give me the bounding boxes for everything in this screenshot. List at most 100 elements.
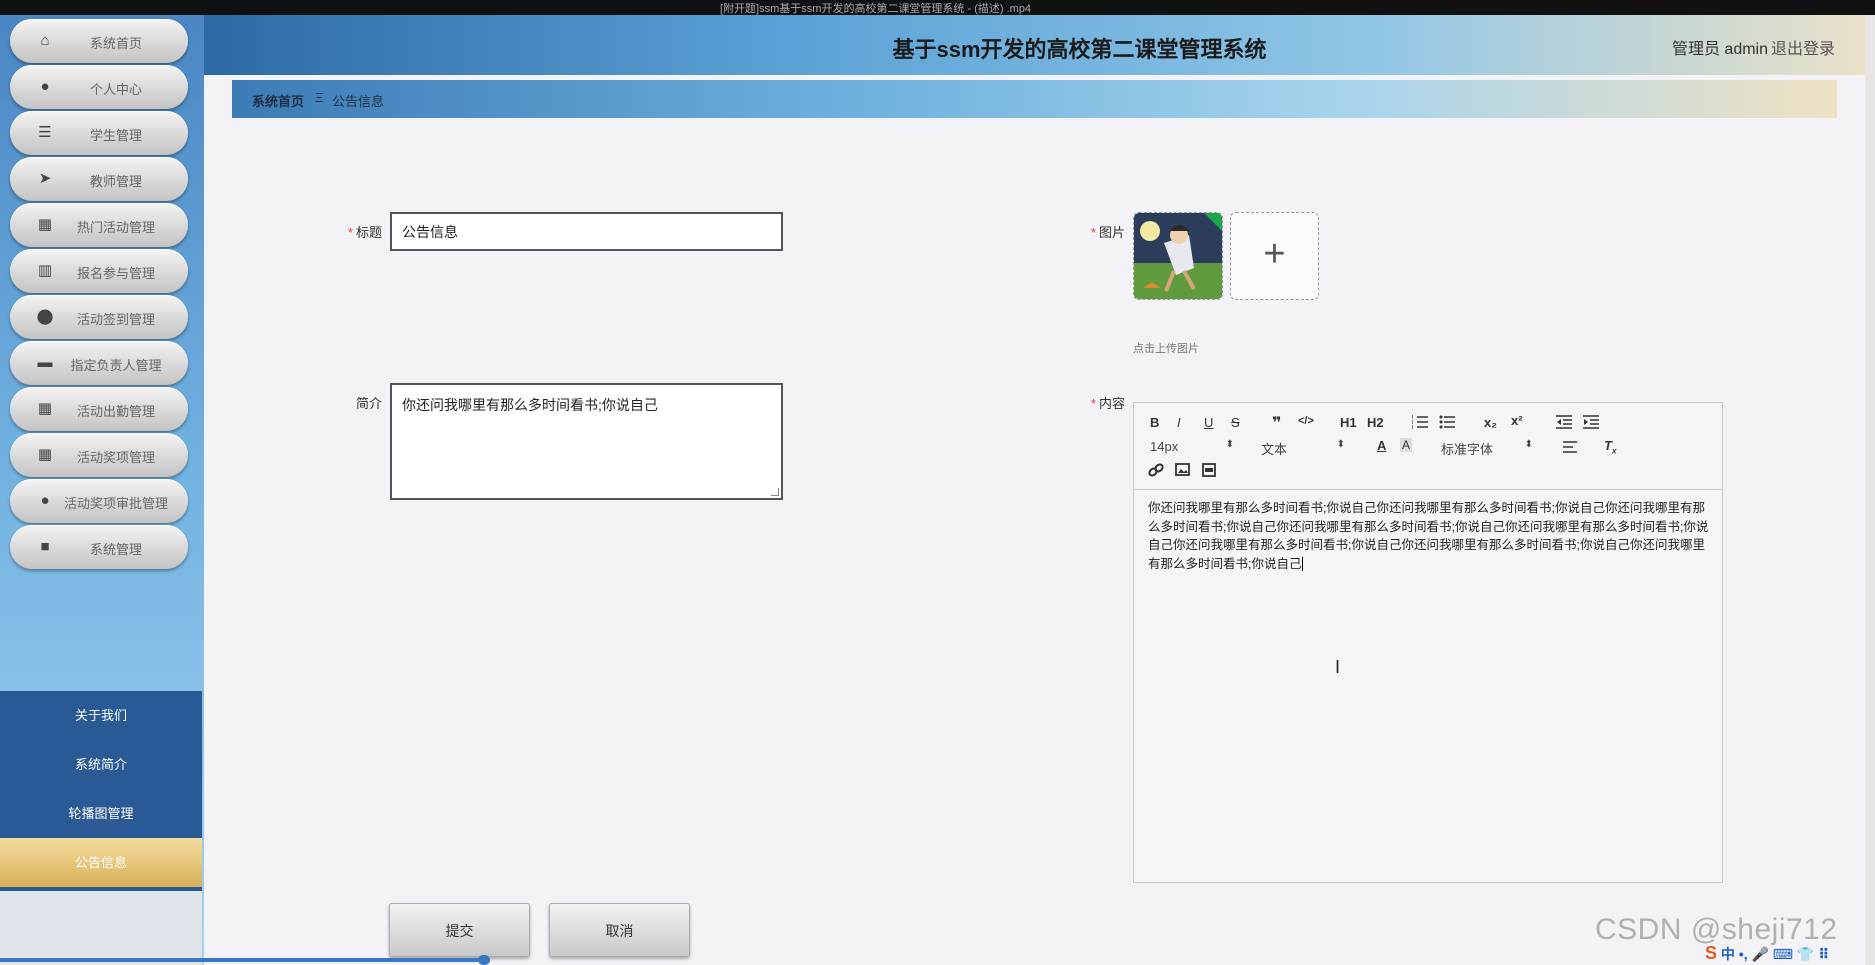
breadcrumb: 系统首页 Ξ 公告信息 [232, 80, 1837, 118]
sidebar-item-8[interactable]: ▦ 活动出勤管理 [10, 387, 188, 431]
indent-icon[interactable] [1583, 415, 1599, 429]
submit-button[interactable]: 提交 [389, 903, 530, 957]
font-color-icon[interactable]: A [1377, 438, 1386, 453]
sidebar-item-label: 活动出勤管理 [76, 404, 155, 419]
text-caret [1302, 556, 1304, 571]
sidebar-item-4[interactable]: ▦ 热门活动管理 [10, 203, 188, 247]
sidebar-item-11[interactable]: ■ 系统管理 [10, 525, 188, 569]
sidebar-item-0[interactable]: ⌂ 系统首页 [10, 19, 188, 63]
sidebar-item-label: 活动奖项管理 [76, 450, 155, 465]
clear-format-icon[interactable]: Tx [1604, 438, 1616, 456]
link-icon[interactable] [1148, 463, 1164, 477]
sidebar-item-6[interactable]: ⬤ 活动签到管理 [10, 295, 188, 339]
plus-icon: + [1263, 233, 1286, 275]
watermark: CSDN @sheji712 [1595, 913, 1838, 946]
editor-text: 你还问我哪里有那么多时间看书;你说自己你还问我哪里有那么多时间看书;你说自己你还… [1148, 501, 1709, 571]
image-label: * 图片 [1080, 222, 1125, 241]
submenu-item-3[interactable]: 公告信息 [0, 838, 202, 887]
title-label-text: 标题 [355, 225, 382, 240]
strikethrough-icon[interactable]: S [1231, 415, 1240, 430]
intro-label-text: 简介 [355, 396, 382, 411]
upload-tip: 点击上传图片 [1133, 343, 1199, 355]
sidebar-item-label: 热门活动管理 [76, 220, 155, 235]
video-icon[interactable] [1202, 463, 1216, 477]
bullet-list-icon[interactable] [1439, 415, 1455, 429]
logout-link[interactable]: 退出登录 [1771, 35, 1835, 59]
intro-text: 你还问我哪里有那么多时间看书;你说自己 [402, 397, 658, 413]
current-user: 管理员 admin [1671, 41, 1768, 58]
image-upload-button[interactable]: + [1230, 212, 1319, 300]
select-arrows-icon: ⬍ [1225, 439, 1234, 450]
window-title: [附开题]ssm基于ssm开发的高校第二课堂管理系统 - (描述) .mp4 [720, 3, 1032, 15]
select-arrows-icon: ⬍ [1336, 439, 1345, 450]
sidebar-item-label: 个人中心 [89, 82, 142, 97]
submenu-item-1[interactable]: 系统简介 [0, 740, 202, 789]
breadcrumb-current: 公告信息 [332, 94, 385, 109]
submenu-item-0[interactable]: 关于我们 [0, 691, 202, 740]
font-size-select[interactable]: 14px ⬍ [1150, 439, 1234, 454]
image-icon[interactable] [1175, 463, 1190, 476]
sidebar-item-label: 报名参与管理 [76, 266, 155, 281]
rich-text-editor: B I U S ❞ </> H1 H2 x₂ x² 14px ⬍ 文本 ⬍ A A [1133, 402, 1723, 883]
image-label-text: 图片 [1098, 225, 1125, 240]
resize-handle-icon[interactable] [771, 488, 779, 496]
font-family-select[interactable]: 标准字体 ⬍ [1441, 439, 1533, 458]
top-header: 基于ssm开发的高校第二课堂管理系统 管理员 admin 退出登录 [204, 15, 1875, 75]
required-mark: * [1090, 225, 1096, 240]
superscript-icon[interactable]: x² [1511, 413, 1523, 428]
sidebar-item-1[interactable]: ● 个人中心 [10, 65, 188, 109]
outdent-icon[interactable] [1556, 415, 1572, 429]
sidebar-item-10[interactable]: ● 活动奖项审批管理 [10, 479, 188, 523]
italic-icon[interactable]: I [1177, 415, 1181, 430]
app-title: 基于ssm开发的高校第二课堂管理系统 [892, 37, 1267, 62]
sidebar-item-label: 学生管理 [89, 128, 142, 143]
sidebar-item-label: 指定负责人管理 [70, 358, 162, 373]
ordered-list-icon[interactable] [1412, 415, 1428, 429]
sidebar-footer [0, 891, 202, 965]
sidebar-item-3[interactable]: ➤ 教师管理 [10, 157, 188, 201]
background-color-icon[interactable]: A [1400, 438, 1413, 452]
content-label: * 内容 [1080, 393, 1125, 412]
sidebar-item-2[interactable]: ☰ 学生管理 [10, 111, 188, 155]
breadcrumb-home[interactable]: 系统首页 [252, 91, 304, 110]
ime-tools-icon: •, 🎤 ⌨ 👕 ⠿ [1738, 946, 1830, 962]
intro-label: 简介 [340, 393, 382, 412]
intro-textarea[interactable]: 你还问我哪里有那么多时间看书;你说自己 [390, 383, 783, 500]
ime-toolbar[interactable]: S 中 •, 🎤 ⌨ 👕 ⠿ [1705, 943, 1875, 965]
sidebar-item-5[interactable]: ▥ 报名参与管理 [10, 249, 188, 293]
editor-content[interactable]: 你还问我哪里有那么多时间看书;你说自己你还问我哪里有那么多时间看书;你说自己你还… [1148, 499, 1713, 573]
underline-icon[interactable]: U [1204, 415, 1213, 430]
blockquote-icon[interactable]: ❞ [1272, 413, 1281, 433]
progress-knob[interactable] [478, 955, 490, 965]
text-type-value: 文本 [1261, 442, 1288, 457]
required-mark: * [347, 225, 353, 240]
window-titlebar: [附开题]ssm基于ssm开发的高校第二课堂管理系统 - (描述) .mp4 [0, 0, 1875, 15]
sidebar-item-7[interactable]: ▬ 指定负责人管理 [10, 341, 188, 385]
sidebar-item-9[interactable]: ▦ 活动奖项管理 [10, 433, 188, 477]
select-arrows-icon: ⬍ [1524, 439, 1533, 450]
text-type-select[interactable]: 文本 ⬍ [1261, 439, 1345, 458]
title-input[interactable] [390, 212, 783, 251]
submenu-item-2[interactable]: 轮播图管理 [0, 789, 202, 838]
subscript-icon[interactable]: x₂ [1484, 415, 1497, 430]
editor-toolbar: B I U S ❞ </> H1 H2 x₂ x² 14px ⬍ 文本 ⬍ A A [1134, 403, 1722, 490]
breadcrumb-separator-icon: Ξ [315, 90, 324, 105]
uploaded-image-thumbnail[interactable] [1133, 212, 1223, 300]
required-mark: * [1090, 396, 1096, 411]
sidebar-item-label: 活动奖项审批管理 [63, 496, 168, 511]
header-1-icon[interactable]: H1 [1340, 415, 1357, 430]
header-2-icon[interactable]: H2 [1367, 415, 1384, 430]
page-scrollbar[interactable] [1865, 15, 1875, 965]
sidebar-item-label: 活动签到管理 [76, 312, 155, 327]
font-size-value: 14px [1150, 439, 1179, 454]
video-progress-bar[interactable] [0, 958, 490, 962]
bold-icon[interactable]: B [1150, 415, 1159, 430]
cancel-button[interactable]: 取消 [549, 903, 690, 957]
align-left-icon[interactable] [1563, 441, 1579, 453]
code-block-icon[interactable]: </> [1298, 415, 1314, 427]
sidebar-item-label: 系统管理 [89, 542, 142, 557]
sidebar: 关于我们 系统简介 轮播图管理 公告信息 ⌂ 系统首页 ● 个人中心 ☰ 学生管理 ➤ 教师管理 ▦ 热… [0, 15, 204, 965]
sidebar-submenu: 关于我们 系统简介 轮播图管理 公告信息 [0, 691, 202, 891]
sidebar-item-label: 系统首页 [89, 36, 142, 51]
sogou-logo-icon: S [1705, 943, 1718, 963]
